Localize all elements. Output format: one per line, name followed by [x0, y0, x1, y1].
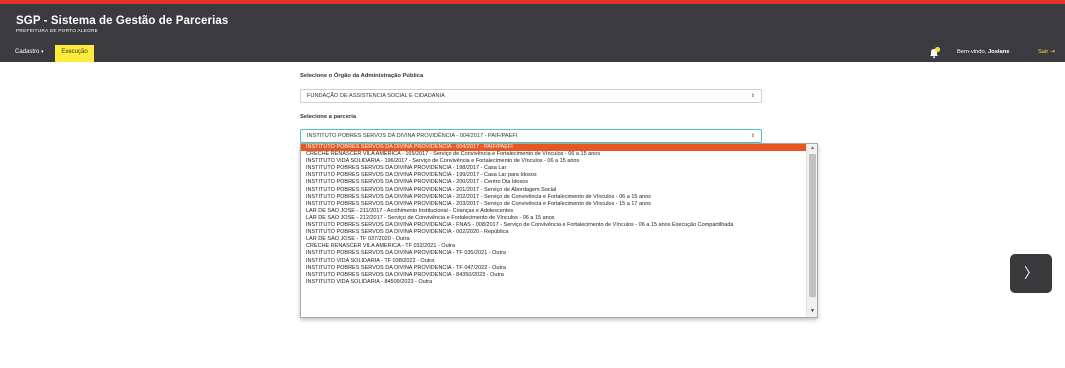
logout-link[interactable]: Sair ⇥ [1038, 49, 1055, 55]
dropdown-option[interactable]: LAR DE SÃO JOSÉ - TF 037/2020 - Outra [301, 236, 817, 243]
orgao-label: Selecione o Órgão da Administração Públi… [300, 73, 424, 79]
scroll-down-arrow-icon[interactable]: ▼ [809, 308, 816, 315]
bell-icon[interactable] [928, 46, 941, 59]
app-header: SGP - Sistema de Gestão de Parcerias PRE… [0, 4, 1065, 43]
nav-cadastro-menu[interactable]: Cadastro ▾ [15, 49, 44, 55]
dropdown-option[interactable]: LAR DE SÃO JOSÉ - 212/2017 - Serviço de … [301, 215, 817, 222]
dropdown-option[interactable]: INSTITUTO VIDA SOLIDÁRIA - TF 038/2022 -… [301, 258, 817, 265]
parceria-select-value: INSTITUTO POBRES SERVOS DA DIVINA PROVID… [307, 133, 518, 139]
user-name: Josiane [987, 49, 1010, 55]
dropdown-option[interactable]: CRECHE RENASCER VILA AMERICA - 165/2017 … [301, 151, 817, 158]
app-subtitle: PREFEITURA DE PORTO ALEGRE [16, 29, 99, 34]
scroll-up-arrow-icon[interactable]: ▲ [809, 145, 816, 152]
dropdown-option[interactable]: INSTITUTO VIDA SOLIDÁRIA - 196/2017 - Se… [301, 158, 817, 165]
app-title: SGP - Sistema de Gestão de Parcerias [16, 15, 229, 27]
dropdown-option[interactable]: INSTITUTO POBRES SERVOS DA DIVINA PROVID… [301, 250, 817, 257]
parceria-label: Selecione a parceria [300, 114, 357, 120]
logout-label: Sair [1038, 49, 1049, 55]
orgao-select-value: FUNDAÇÃO DE ASSISTENCIA SOCIAL E CIDADAN… [307, 93, 445, 99]
scroll-thumb[interactable] [809, 154, 816, 297]
dropdown-option[interactable]: INSTITUTO POBRES SERVOS DA DIVINA PROVID… [301, 172, 817, 179]
chevron-right-icon: 〉 [1024, 265, 1038, 281]
welcome-text: Bem-vindo, Josiane [957, 49, 1010, 55]
dropdown-option[interactable]: LAR DE SÃO JOSÉ - 211/2017 - Acolhimento… [301, 208, 817, 215]
dropdown-option[interactable]: INSTITUTO POBRES SERVOS DA DIVINA PROVID… [301, 179, 817, 186]
next-button[interactable]: 〉 [1010, 254, 1052, 293]
dropdown-option[interactable]: INSTITUTO POBRES SERVOS DA DIVINA PROVID… [301, 194, 817, 201]
parceria-dropdown-list[interactable]: INSTITUTO POBRES SERVOS DA DIVINA PROVID… [300, 143, 818, 318]
select-arrows-icon: ⇕ [750, 93, 755, 99]
dropdown-scrollbar[interactable]: ▲ ▼ [806, 144, 817, 317]
dropdown-option[interactable]: INSTITUTO VIDA SOLIDÁRIA - 84509/2023 - … [301, 279, 817, 286]
orgao-select[interactable]: FUNDAÇÃO DE ASSISTENCIA SOCIAL E CIDADAN… [300, 89, 762, 103]
dropdown-option[interactable]: INSTITUTO POBRES SERVOS DA DIVINA PROVID… [301, 201, 817, 208]
nav-cadastro-label: Cadastro [15, 49, 40, 55]
dropdown-option[interactable]: CRECHE RENASCER VILA AMERICA - TF 032/20… [301, 243, 817, 250]
caret-down-icon: ▾ [41, 49, 44, 55]
dropdown-option[interactable]: INSTITUTO POBRES SERVOS DA DIVINA PROVID… [301, 144, 817, 152]
select-arrows-icon: ⇕ [750, 133, 755, 139]
dropdown-option[interactable]: INSTITUTO POBRES SERVOS DA DIVINA PROVID… [301, 187, 817, 194]
sign-out-icon: ⇥ [1049, 49, 1055, 55]
dropdown-option[interactable]: INSTITUTO POBRES SERVOS DA DIVINA PROVID… [301, 222, 817, 229]
dropdown-option[interactable]: INSTITUTO POBRES SERVOS DA DIVINA PROVID… [301, 265, 817, 272]
welcome-prefix: Bem-vindo, [957, 49, 988, 55]
parceria-select[interactable]: INSTITUTO POBRES SERVOS DA DIVINA PROVID… [300, 129, 762, 143]
nav-execucao-tab[interactable]: Execução [55, 45, 94, 62]
dropdown-option[interactable]: INSTITUTO POBRES SERVOS DA DIVINA PROVID… [301, 272, 817, 279]
dropdown-option[interactable]: INSTITUTO POBRES SERVOS DA DIVINA PROVID… [301, 165, 817, 172]
dropdown-option[interactable]: INSTITUTO POBRES SERVOS DA DIVINA PROVID… [301, 229, 817, 236]
main-navbar: Cadastro ▾ Execução Bem-vindo, Josiane S… [0, 43, 1065, 62]
